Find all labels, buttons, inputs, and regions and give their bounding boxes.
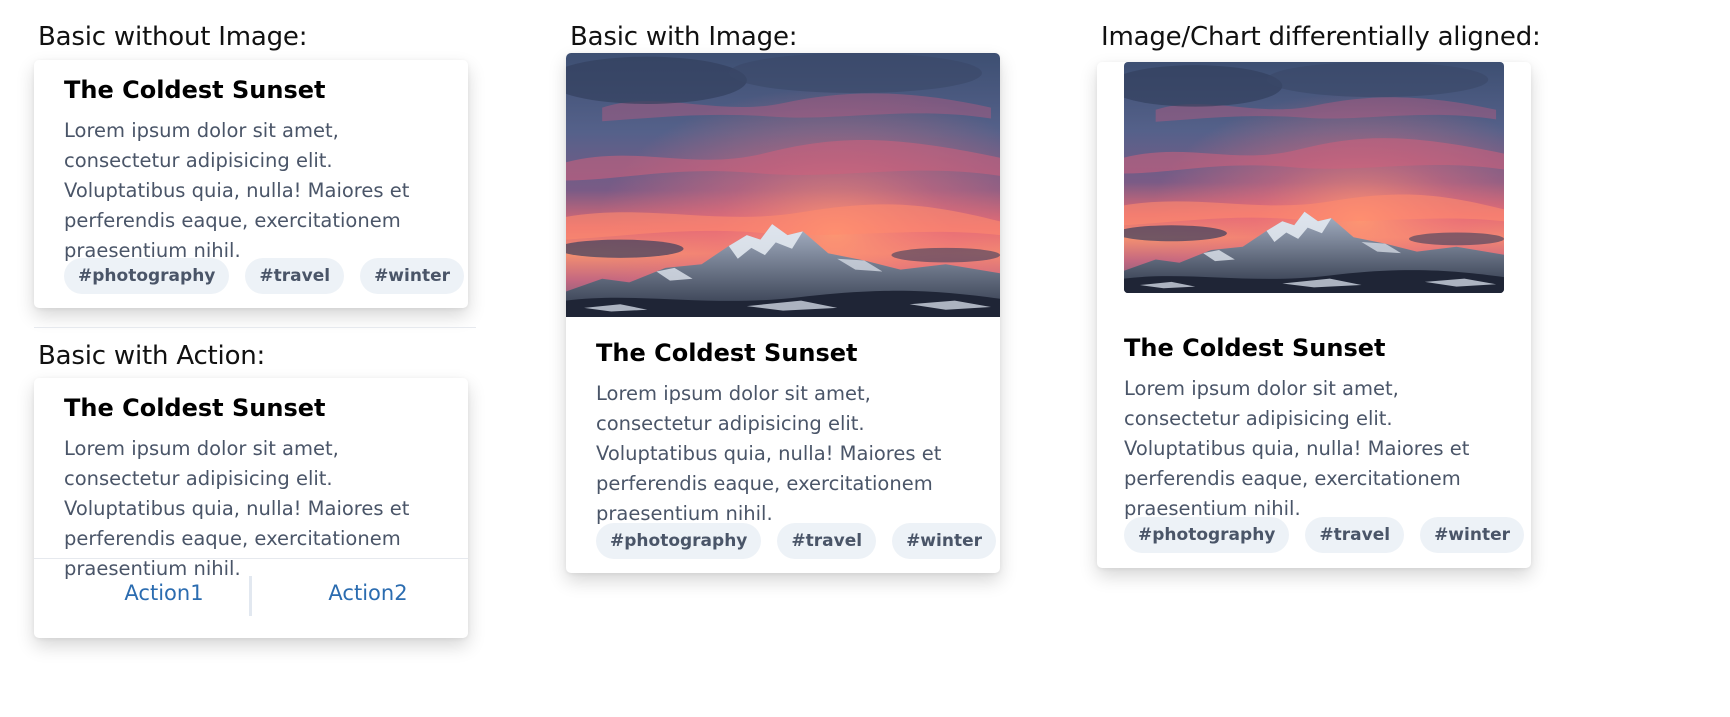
card-text: Lorem ipsum dolor sit amet, consectetur … — [64, 437, 410, 580]
card-basic-with-action: The Coldest Sunset Lorem ipsum dolor sit… — [34, 378, 468, 638]
section-title-image-chart-aligned: Image/Chart differentially aligned: — [1101, 22, 1541, 52]
section-title-basic-with-action: Basic with Action: — [38, 341, 266, 371]
tag-list: #photography #travel #winter — [64, 258, 464, 294]
tag-travel[interactable]: #travel — [777, 523, 877, 559]
tag-list: #photography #travel #winter — [596, 523, 996, 559]
action-separator — [249, 576, 252, 616]
card-action-divider — [34, 558, 468, 559]
tag-travel[interactable]: #travel — [1305, 517, 1405, 553]
tag-winter[interactable]: #winter — [892, 523, 996, 559]
action1-button[interactable]: Action1 — [64, 581, 264, 605]
sunset-mountain-image — [566, 53, 1000, 317]
card-title: The Coldest Sunset — [1124, 334, 1386, 362]
action2-button[interactable]: Action2 — [268, 581, 468, 605]
tag-winter[interactable]: #winter — [1420, 517, 1524, 553]
card-title: The Coldest Sunset — [64, 394, 326, 422]
card-title: The Coldest Sunset — [64, 76, 326, 104]
tag-photography[interactable]: #photography — [1124, 517, 1290, 553]
card-basic-with-image: The Coldest Sunset Lorem ipsum dolor sit… — [566, 53, 1000, 573]
sunset-mountain-image — [1124, 62, 1504, 293]
card-text: Lorem ipsum dolor sit amet, consectetur … — [1124, 377, 1470, 520]
tag-photography[interactable]: #photography — [64, 258, 230, 294]
section-title-basic-with-image: Basic with Image: — [570, 22, 798, 52]
card-text: Lorem ipsum dolor sit amet, consectetur … — [596, 382, 942, 525]
card-basic-without-image: The Coldest Sunset Lorem ipsum dolor sit… — [34, 60, 468, 308]
card-text: Lorem ipsum dolor sit amet, consectetur … — [64, 119, 410, 262]
card-title: The Coldest Sunset — [596, 339, 858, 367]
card-image-differentially-aligned: The Coldest Sunset Lorem ipsum dolor sit… — [1097, 62, 1531, 568]
section-title-basic-without-image: Basic without Image: — [38, 22, 308, 52]
tag-list: #photography #travel #winter — [1124, 517, 1524, 553]
tag-winter[interactable]: #winter — [360, 258, 464, 294]
tag-photography[interactable]: #photography — [596, 523, 762, 559]
section-divider — [34, 327, 476, 328]
tag-travel[interactable]: #travel — [245, 258, 345, 294]
